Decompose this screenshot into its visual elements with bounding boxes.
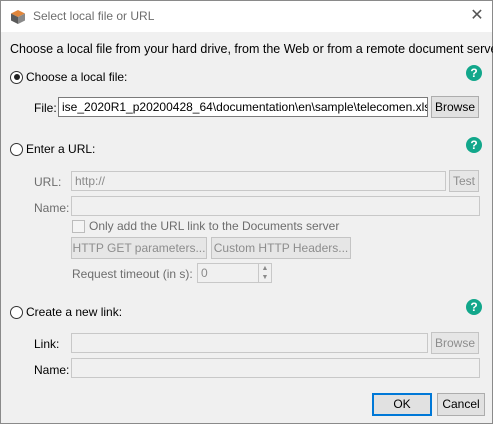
browse-local-button[interactable]: Browse bbox=[431, 96, 479, 118]
link-label: Link: bbox=[34, 337, 60, 351]
local-file-radio-row[interactable]: Choose a local file: bbox=[10, 69, 127, 85]
file-input[interactable]: ise_2020R1_p20200428_64\documentation\en… bbox=[58, 97, 428, 117]
file-label: File: bbox=[34, 101, 57, 115]
browse-link-button[interactable]: Browse bbox=[431, 332, 479, 354]
link-input[interactable] bbox=[71, 333, 428, 353]
url-radio-row[interactable]: Enter a URL: bbox=[10, 141, 95, 157]
only-add-url-checkbox[interactable] bbox=[72, 220, 85, 233]
help-icon-local[interactable]: ? bbox=[466, 65, 482, 81]
url-radio-label: Enter a URL: bbox=[26, 142, 96, 156]
spin-down-icon[interactable]: ▼ bbox=[259, 273, 271, 282]
close-icon[interactable]: ✕ bbox=[469, 6, 485, 26]
new-link-radio[interactable] bbox=[10, 305, 23, 319]
help-icon-new-link[interactable]: ? bbox=[466, 299, 482, 315]
link-name-input[interactable] bbox=[71, 358, 480, 378]
title-bar: Select local file or URL ✕ bbox=[1, 1, 492, 32]
request-timeout-input[interactable]: 0 bbox=[197, 263, 259, 283]
app-cube-icon bbox=[11, 10, 25, 24]
url-name-label: Name: bbox=[34, 201, 70, 215]
new-link-radio-row[interactable]: Create a new link: bbox=[10, 304, 122, 320]
url-input[interactable]: http:// bbox=[71, 171, 446, 191]
dialog-description: Choose a local file from your hard drive… bbox=[10, 42, 493, 56]
only-add-url-label: Only add the URL link to the Documents s… bbox=[89, 219, 340, 233]
new-link-radio-label: Create a new link: bbox=[26, 305, 123, 319]
request-timeout-spinner[interactable]: ▲ ▼ bbox=[259, 263, 272, 283]
help-icon-url[interactable]: ? bbox=[466, 137, 482, 153]
http-get-parameters-button[interactable]: HTTP GET parameters... bbox=[71, 237, 207, 259]
custom-http-headers-button[interactable]: Custom HTTP Headers... bbox=[211, 237, 351, 259]
url-label: URL: bbox=[34, 175, 62, 189]
local-file-radio[interactable] bbox=[10, 70, 23, 84]
ok-button[interactable]: OK bbox=[372, 393, 432, 416]
cancel-button[interactable]: Cancel bbox=[437, 393, 485, 416]
dialog-window: Select local file or URL ✕ Choose a loca… bbox=[0, 0, 493, 424]
local-file-radio-label: Choose a local file: bbox=[26, 70, 128, 84]
url-name-input[interactable] bbox=[71, 196, 480, 216]
request-timeout-label: Request timeout (in s): bbox=[72, 267, 193, 281]
window-title: Select local file or URL bbox=[33, 9, 155, 23]
link-name-label: Name: bbox=[34, 363, 70, 377]
url-radio[interactable] bbox=[10, 142, 23, 156]
test-button[interactable]: Test bbox=[449, 170, 479, 192]
spin-up-icon[interactable]: ▲ bbox=[259, 264, 271, 273]
